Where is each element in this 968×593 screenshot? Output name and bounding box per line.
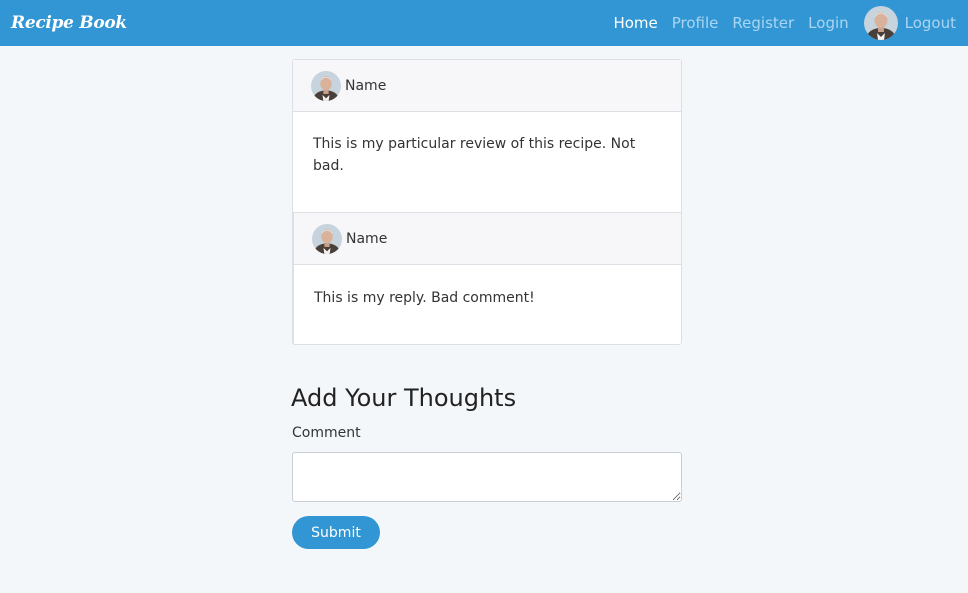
reply-card: Name This is my reply. Bad comment!: [293, 212, 681, 344]
nav-logout-link[interactable]: Logout: [905, 14, 956, 32]
comment-author: Name: [345, 77, 387, 94]
comment-text: This is my particular review of this rec…: [313, 136, 636, 174]
submit-button[interactable]: Submit: [292, 516, 380, 549]
comments-panel: Name This is my particular review of thi…: [292, 59, 682, 345]
navbar: Recipe Book Home Profile Register Login …: [0, 0, 968, 46]
reply-author: Name: [346, 230, 388, 247]
nav-register-link[interactable]: Register: [732, 14, 794, 32]
comment-textarea[interactable]: [292, 452, 682, 502]
add-thoughts-title: Add Your Thoughts: [291, 384, 517, 412]
comment-label: Comment: [292, 425, 361, 441]
comment-header: Name: [293, 60, 681, 112]
user-avatar[interactable]: [863, 6, 898, 40]
reply-header: Name: [294, 213, 681, 265]
nav-links: Home Profile Register Login Logout: [599, 6, 956, 40]
comment-avatar: [311, 70, 341, 101]
nav-profile-link[interactable]: Profile: [672, 14, 719, 32]
reply-text: This is my reply. Bad comment!: [314, 290, 535, 306]
nav-login-link[interactable]: Login: [808, 14, 848, 32]
nav-home-link[interactable]: Home: [613, 14, 657, 32]
commenter-avatar-icon: [311, 70, 341, 101]
reply-avatar: [312, 223, 342, 254]
brand-logo[interactable]: Recipe Book: [11, 13, 127, 33]
comment-card: Name This is my particular review of thi…: [293, 60, 681, 212]
replier-avatar-icon: [312, 223, 342, 254]
user-avatar-icon: [863, 6, 898, 40]
